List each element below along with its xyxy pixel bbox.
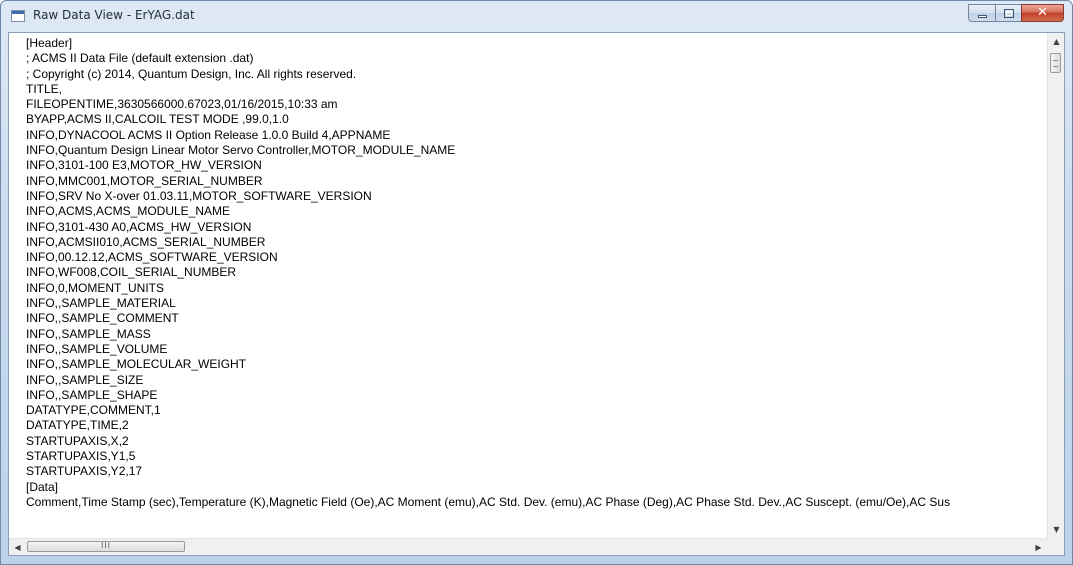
- horizontal-scroll-thumb[interactable]: III: [27, 541, 185, 552]
- minimize-icon: [978, 15, 987, 18]
- text-line: FILEOPENTIME,3630566000.67023,01/16/2015…: [26, 97, 338, 112]
- text-line: INFO,,SAMPLE_SHAPE: [26, 387, 158, 402]
- text-line: INFO,,SAMPLE_COMMENT: [26, 311, 179, 326]
- text-line: STARTUPAXIS,Y2,17: [26, 464, 143, 479]
- title-bar[interactable]: Raw Data View - ErYAG.dat ✕: [1, 1, 1072, 31]
- text-line: DATATYPE,TIME,2: [26, 418, 129, 433]
- maximize-button[interactable]: [995, 4, 1021, 22]
- text-line: INFO,,SAMPLE_MATERIAL: [26, 296, 176, 311]
- text-line: INFO,DYNACOOL ACMS II Option Release 1.0…: [26, 127, 391, 142]
- vertical-scroll-thumb[interactable]: [1050, 53, 1061, 73]
- app-window-icon[interactable]: [11, 10, 25, 22]
- text-view: [Header]; ACMS II Data File (default ext…: [8, 32, 1065, 556]
- scrollbar-corner: [1047, 538, 1064, 555]
- text-line: TITLE,: [26, 81, 63, 96]
- text-line: INFO,Quantum Design Linear Motor Servo C…: [26, 143, 456, 158]
- text-line: INFO,SRV No X-over 01.03.11,MOTOR_SOFTWA…: [26, 188, 372, 203]
- text-line: INFO,,SAMPLE_VOLUME: [26, 341, 168, 356]
- text-line: INFO,ACMSII010,ACMS_SERIAL_NUMBER: [26, 234, 266, 249]
- window-title: Raw Data View - ErYAG.dat: [33, 8, 195, 22]
- raw-data-view-window: Raw Data View - ErYAG.dat ✕ [Header]; AC…: [0, 0, 1073, 565]
- text-line: INFO,ACMS,ACMS_MODULE_NAME: [26, 204, 231, 219]
- file-text-area[interactable]: [Header]; ACMS II Data File (default ext…: [9, 33, 1047, 538]
- text-line: [Data]: [26, 479, 59, 494]
- text-line: Comment,Time Stamp (sec),Temperature (K)…: [26, 494, 951, 509]
- minimize-button[interactable]: [968, 4, 995, 22]
- close-button[interactable]: ✕: [1021, 4, 1064, 22]
- text-line: INFO,3101-100 E3,MOTOR_HW_VERSION: [26, 158, 262, 173]
- text-line: INFO,0,MOMENT_UNITS: [26, 280, 165, 295]
- vertical-scrollbar[interactable]: ▲ ▼: [1047, 33, 1064, 538]
- maximize-icon: [1004, 9, 1014, 18]
- text-line: BYAPP,ACMS II,CALCOIL TEST MODE ,99.0,1.…: [26, 112, 289, 127]
- text-line: DATATYPE,COMMENT,1: [26, 403, 161, 418]
- text-line: ; ACMS II Data File (default extension .…: [26, 51, 254, 66]
- text-line: ; Copyright (c) 2014, Quantum Design, In…: [26, 66, 357, 81]
- text-line: INFO,,SAMPLE_SIZE: [26, 372, 144, 387]
- text-line: STARTUPAXIS,X,2: [26, 433, 129, 448]
- scroll-down-icon[interactable]: ▼: [1048, 521, 1065, 538]
- text-line: [Header]: [26, 36, 73, 50]
- text-line: INFO,,SAMPLE_MASS: [26, 326, 151, 341]
- text-line: INFO,WF008,COIL_SERIAL_NUMBER: [26, 265, 237, 280]
- text-line: INFO,,SAMPLE_MOLECULAR_WEIGHT: [26, 357, 247, 372]
- text-line: INFO,MMC001,MOTOR_SERIAL_NUMBER: [26, 173, 263, 188]
- horizontal-scrollbar[interactable]: ◀ III ▶: [9, 538, 1047, 555]
- text-line: INFO,3101-430 A0,ACMS_HW_VERSION: [26, 219, 252, 234]
- scroll-up-icon[interactable]: ▲: [1048, 33, 1065, 50]
- text-line: STARTUPAXIS,Y1,5: [26, 449, 136, 464]
- text-line: INFO,00.12.12,ACMS_SOFTWARE_VERSION: [26, 250, 278, 265]
- scroll-left-icon[interactable]: ◀: [9, 539, 26, 556]
- scroll-right-icon[interactable]: ▶: [1030, 539, 1047, 556]
- caption-buttons: ✕: [968, 4, 1064, 23]
- close-icon: ✕: [1037, 5, 1048, 20]
